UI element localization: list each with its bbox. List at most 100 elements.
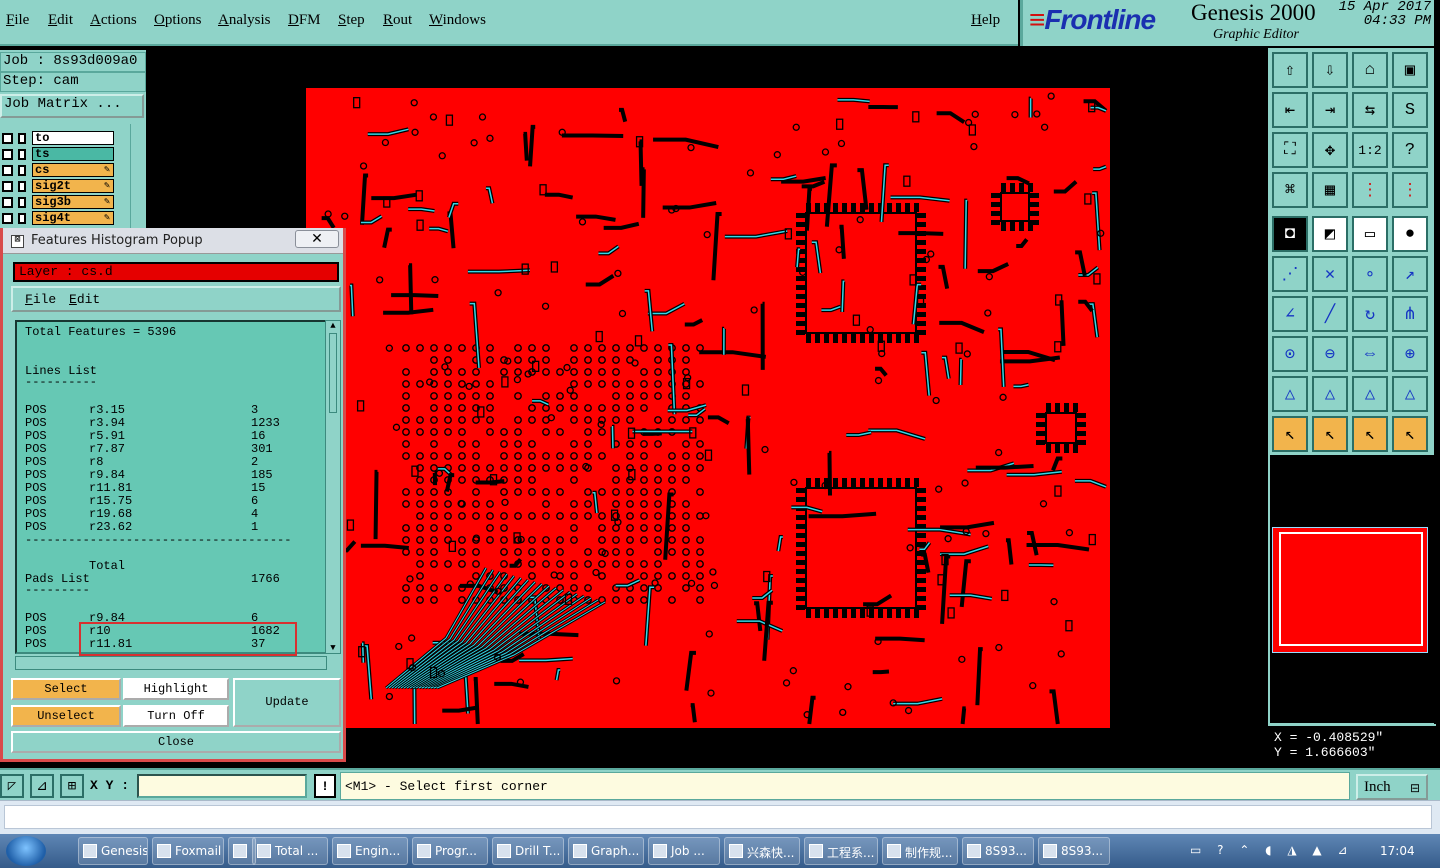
zoom-1to1-icon[interactable]: 1:2 [1352, 132, 1388, 168]
list-vertical-scrollbar[interactable]: ▲ ▼ [325, 320, 341, 654]
layer-display-checkbox[interactable] [18, 197, 26, 208]
layer-affected-checkbox[interactable] [2, 149, 13, 160]
taskbar-button[interactable]: Foxmail [152, 837, 224, 865]
angle-d-icon[interactable]: △ [1392, 376, 1428, 412]
layer-display-checkbox[interactable] [18, 165, 26, 176]
layer-affected-checkbox[interactable] [2, 165, 13, 176]
ruler-icon[interactable]: ▭ [1352, 216, 1388, 252]
snap-icon[interactable]: ⋮ [1352, 172, 1388, 208]
grid-icon[interactable]: ▦ [1312, 172, 1348, 208]
taskbar-button[interactable]: 8S93... [962, 837, 1034, 865]
layer-name[interactable]: sig4t ✎ [32, 211, 114, 225]
xy-input[interactable] [137, 774, 307, 798]
cursor-d-icon[interactable]: ↖ [1392, 416, 1428, 452]
grid-snap-icon[interactable]: ⊞ [60, 774, 84, 798]
layer-affected-checkbox[interactable] [2, 133, 13, 144]
layer-row[interactable]: ts [0, 146, 146, 162]
list-horizontal-scrollbar[interactable] [15, 656, 327, 670]
fork-icon[interactable]: ⋔ [1392, 296, 1428, 332]
group-icon[interactable]: ⊕ [1392, 336, 1428, 372]
window-icon[interactable]: ▣ [1392, 52, 1428, 88]
close-button[interactable]: Close [11, 731, 341, 753]
measure-mode-icon[interactable]: ⊿ [30, 774, 54, 798]
close-icon[interactable]: ✕ [295, 230, 339, 248]
line-icon[interactable]: ∠ [1272, 296, 1308, 332]
menu-file[interactable]: File [6, 12, 29, 29]
layer-row[interactable]: sig3b ✎ [0, 194, 146, 210]
layer-name[interactable]: sig2t ✎ [32, 179, 114, 193]
fill-icon[interactable]: ◘ [1272, 216, 1308, 252]
arrow-point-icon[interactable]: ↗ [1392, 256, 1428, 292]
diagonal-icon[interactable]: ╱ [1312, 296, 1348, 332]
cursor-icon[interactable]: ↖ [1272, 416, 1308, 452]
measure-icon[interactable]: ⌘ [1272, 172, 1308, 208]
cross-icon[interactable]: ✕ [1312, 256, 1348, 292]
start-button[interactable] [6, 836, 46, 866]
taskbar-button[interactable]: 制作规... [882, 837, 958, 865]
update-button[interactable]: Update [233, 678, 341, 727]
layer-name[interactable]: cs ✎ [32, 163, 114, 177]
layer-top-icon[interactable]: ⇧ [1272, 52, 1308, 88]
stretch-icon[interactable]: ⇔ [1352, 336, 1388, 372]
unselect-button[interactable]: Unselect [11, 705, 121, 727]
pad-icon[interactable]: ● [1392, 216, 1428, 252]
arc-icon[interactable]: ↻ [1352, 296, 1388, 332]
layer-display-checkbox[interactable] [18, 149, 26, 160]
scroll-thumb[interactable] [329, 333, 337, 413]
angle-c-icon[interactable]: △ [1352, 376, 1388, 412]
popup-titlebar[interactable]: ⊠ Features Histogram Popup ✕ [3, 228, 343, 254]
layer-display-checkbox[interactable] [18, 181, 26, 192]
units-select[interactable]: Inch ⊟ [1356, 774, 1428, 800]
pan-right-icon[interactable]: ⇥ [1312, 92, 1348, 128]
popup-menu-file[interactable]: File [25, 292, 56, 307]
layer-affected-checkbox[interactable] [2, 197, 13, 208]
histogram-list[interactable]: Total Features = 5396 Lines List -------… [15, 320, 327, 654]
select-mode-icon[interactable]: ◸ [0, 774, 24, 798]
layer-name[interactable]: ts [32, 147, 114, 161]
zoom-prev-icon[interactable]: ⇆ [1352, 92, 1388, 128]
scroll-down-icon[interactable]: ▼ [326, 643, 340, 653]
layer-row[interactable]: to [0, 130, 146, 146]
zoom-center-icon[interactable]: ✥ [1312, 132, 1348, 168]
layer-display-checkbox[interactable] [18, 213, 26, 224]
turn-off-button[interactable]: Turn Off [123, 705, 229, 727]
popup-menu-edit[interactable]: Edit [69, 292, 100, 307]
zoom-fit-icon[interactable]: ⛶ [1272, 132, 1308, 168]
layer-name[interactable]: sig3b ✎ [32, 195, 114, 209]
select-button[interactable]: Select [11, 678, 121, 700]
taskbar-button[interactable]: Progr... [412, 837, 488, 865]
layer-row[interactable]: sig2t ✎ [0, 178, 146, 194]
menu-dfm[interactable]: DFM [288, 12, 321, 29]
cursor-c-icon[interactable]: ↖ [1352, 416, 1388, 452]
job-matrix-button[interactable]: Job Matrix ... [0, 94, 144, 118]
menu-windows[interactable]: Windows [429, 12, 486, 29]
overview-viewport[interactable] [1279, 532, 1423, 646]
cursor-b-icon[interactable]: ↖ [1312, 416, 1348, 452]
layer-row[interactable]: cs ✎ [0, 162, 146, 178]
taskbar-button[interactable]: Genesis [78, 837, 148, 865]
pan-left-icon[interactable]: ⇤ [1272, 92, 1308, 128]
taskbar-button[interactable]: 兴森快... [724, 837, 800, 865]
layer-affected-checkbox[interactable] [2, 181, 13, 192]
layer-name[interactable]: to [32, 131, 114, 145]
taskbar-button[interactable]: Job ... [648, 837, 720, 865]
menu-actions[interactable]: Actions [90, 12, 137, 29]
help-icon[interactable]: ? [1392, 132, 1428, 168]
marker-icon[interactable]: ⊙ [1272, 336, 1308, 372]
alert-button[interactable]: ! [314, 774, 336, 798]
tray-icons[interactable]: ▭ ? ⌃ ◖ ◮ ▲ ⊿ [1190, 843, 1353, 857]
erase-icon[interactable]: ◩ [1312, 216, 1348, 252]
taskbar-button[interactable]: Drill T... [492, 837, 564, 865]
layer-list-scrollbar[interactable] [130, 124, 146, 230]
taskbar-button[interactable]: 8S93... [1038, 837, 1110, 865]
highlight-button[interactable]: Highlight [123, 678, 229, 700]
redraw-icon[interactable]: S [1392, 92, 1428, 128]
menu-step[interactable]: Step [338, 12, 365, 29]
taskbar-button[interactable]: Graph... [568, 837, 644, 865]
taskbar-button[interactable]: Total ... [252, 837, 328, 865]
taskbar-button[interactable]: 工程系... [804, 837, 878, 865]
layer-down-icon[interactable]: ⇩ [1312, 52, 1348, 88]
clock[interactable]: 17:04 [1380, 844, 1415, 858]
menu-edit[interactable]: Edit [48, 12, 73, 29]
angle-icon[interactable]: △ [1272, 376, 1308, 412]
